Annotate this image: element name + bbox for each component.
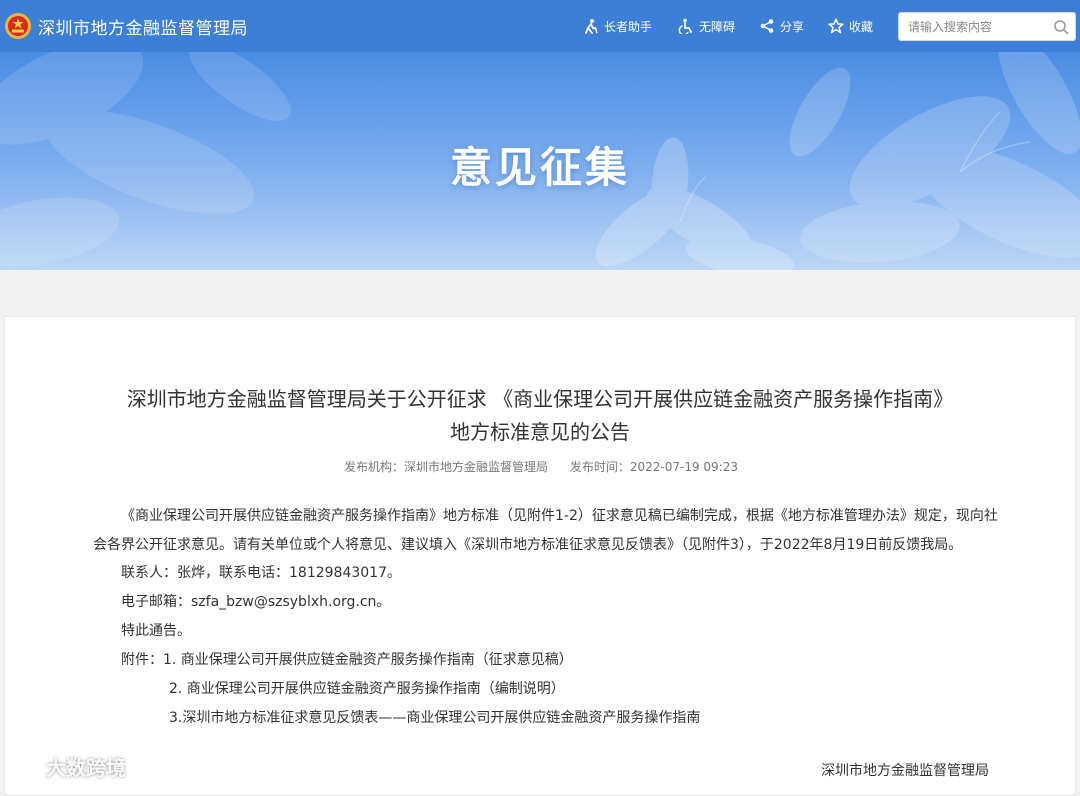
article-body: 《商业保理公司开展供应链金融资产服务操作指南》地方标准（见附件1-2）征求意见稿…: [93, 502, 1001, 733]
elder-assist-label: 长者助手: [604, 19, 653, 34]
signature: 深圳市地方金融监督管理局: [821, 763, 989, 779]
banner: 意见征集: [0, 52, 1080, 270]
article-title-line1: 深圳市地方金融监督管理局关于公开征求 《商业保理公司开展供应链金融资产服务操作指…: [126, 387, 954, 411]
publish-time-value: 2022-07-19 09:23: [629, 460, 738, 474]
site-title[interactable]: 深圳市地方金融监督管理局: [38, 14, 248, 39]
favorite-label: 收藏: [849, 19, 874, 34]
share-button[interactable]: 分享: [759, 16, 804, 36]
top-bar: 深圳市地方金融监督管理局 长者助手 无障碍 分享 收藏: [0, 0, 1080, 52]
publisher-label: 发布机构：: [343, 460, 404, 474]
accessibility-icon: [678, 18, 692, 34]
publish-time-info: 发布时间：2022-07-19 09:23: [570, 460, 738, 474]
publish-time-label: 发布时间：: [569, 460, 630, 474]
watermark-logo-icon: [12, 758, 38, 775]
attachment-row-1: 附件：1. 商业保理公司开展供应链金融资产服务操作指南（征求意见稿）: [93, 646, 1001, 675]
accessibility-label: 无障碍: [699, 19, 736, 34]
attachments-label: 附件：: [121, 652, 163, 668]
elder-assist-button[interactable]: 长者助手: [583, 16, 652, 36]
article-paragraph: 《商业保理公司开展供应链金融资产服务操作指南》地方标准（见附件1-2）征求意见稿…: [93, 508, 998, 553]
attachment-link-3[interactable]: 3.深圳市地方标准征求意见反馈表——商业保理公司开展供应链金融资产服务操作指南: [169, 710, 700, 726]
attachment-link-1[interactable]: 1. 商业保理公司开展供应链金融资产服务操作指南（征求意见稿）: [163, 652, 573, 668]
publisher-value: 深圳市地方金融监督管理局: [404, 460, 549, 474]
share-label: 分享: [780, 19, 805, 34]
article-title: 深圳市地方金融监督管理局关于公开征求 《商业保理公司开展供应链金融资产服务操作指…: [65, 383, 1015, 449]
article-title-line2: 地方标准意见的公告: [450, 420, 630, 444]
watermark-text: 大数跨境: [46, 756, 126, 780]
accessibility-button[interactable]: 无障碍: [678, 16, 735, 36]
elder-assist-icon: [585, 19, 598, 34]
favorite-button[interactable]: 收藏: [828, 16, 873, 36]
star-icon: [828, 18, 844, 34]
article-card: 深圳市地方金融监督管理局关于公开征求 《商业保理公司开展供应链金融资产服务操作指…: [4, 316, 1076, 796]
national-emblem-icon: [5, 13, 31, 39]
publisher-info: 发布机构：深圳市地方金融监督管理局: [344, 460, 548, 474]
banner-title: 意见征集: [449, 143, 630, 192]
share-icon: [760, 19, 774, 33]
search-icon[interactable]: [1053, 19, 1069, 35]
search-box: [898, 12, 1076, 41]
article-meta: 发布机构：深圳市地方金融监督管理局 发布时间：2022-07-19 09:23: [5, 458, 1077, 475]
attachment-link-2[interactable]: 2. 商业保理公司开展供应链金融资产服务操作指南（编制说明）: [169, 681, 565, 697]
contact-line: 联系人：张烨，联系电话：18129843017。: [121, 565, 401, 581]
attachment-row-3: 3.深圳市地方标准征求意见反馈表——商业保理公司开展供应链金融资产服务操作指南: [93, 704, 1001, 733]
notice-line: 特此通告。: [121, 623, 191, 639]
watermark: 大数跨境: [10, 752, 126, 781]
email-line: 电子邮箱：szfa_bzw@szsyblxh.org.cn。: [121, 594, 391, 610]
search-input[interactable]: [899, 13, 1049, 40]
attachment-row-2: 2. 商业保理公司开展供应链金融资产服务操作指南（编制说明）: [93, 675, 1001, 704]
